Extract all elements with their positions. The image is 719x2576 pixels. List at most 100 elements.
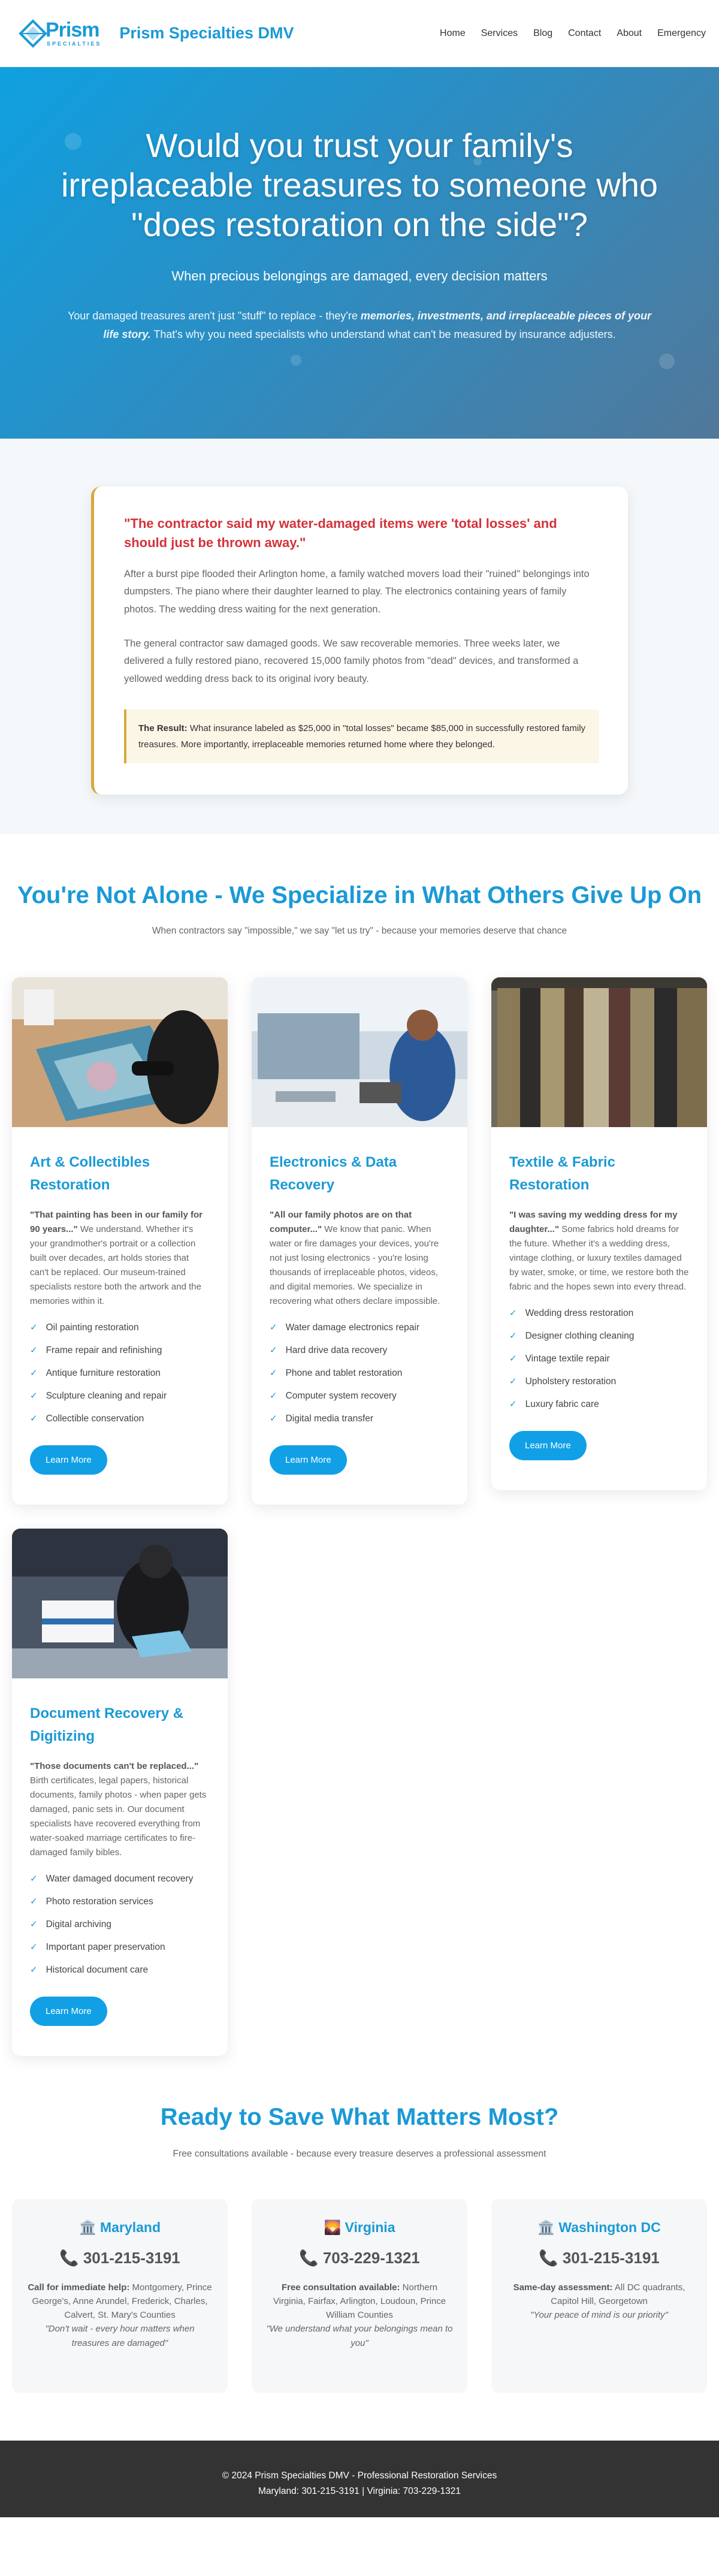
feature-item: ✓ Computer system recovery <box>270 1389 449 1403</box>
hero-subtitle: When precious belongings are damaged, ev… <box>171 268 548 284</box>
location-name: 🏛️ Washington DC <box>537 2219 661 2235</box>
hero-paragraph: Your damaged treasures aren't just "stuf… <box>67 310 652 340</box>
story-card: "The contractor said my water-damaged it… <box>91 487 628 795</box>
location-card-virginia: 🌄 Virginia 📞 703-229-1321 Free consultat… <box>252 2198 467 2393</box>
card-title: Textile & Fabric Restoration <box>509 1154 615 1194</box>
contact-section: Ready to Save What Matters Most? Free co… <box>0 2104 719 2441</box>
feature-item: ✓ Collectible conservation <box>30 1412 210 1426</box>
feature-item: ✓ Wedding dress restoration <box>509 1306 689 1321</box>
services-grid: Art & Collectibles Restoration "That pai… <box>0 977 719 2056</box>
feature-item: ✓ Oil painting restoration <box>30 1321 210 1335</box>
check-icon: ✓ <box>30 1919 38 1930</box>
main-nav: Home Services Blog Contact About Emergen… <box>424 28 706 39</box>
footer-phones: Maryland: 301-215-3191 | Virginia: 703-2… <box>258 2486 461 2497</box>
check-icon: ✓ <box>30 1368 38 1379</box>
contact-subtitle: Free consultations available - because e… <box>173 2148 546 2159</box>
location-name: 🌄 Virginia <box>324 2219 395 2235</box>
feature-list: ✓ Oil painting restoration ✓ Frame repair … <box>30 1321 210 1426</box>
services-subtitle: When contractors say "impossible," we sa… <box>152 926 567 936</box>
site-name[interactable]: Prism Specialties DMV <box>119 24 294 43</box>
feature-item: ✓ Digital media transfer <box>270 1412 449 1426</box>
feature-item: ✓ Luxury fabric care <box>509 1397 689 1412</box>
check-icon: ✓ <box>509 1308 517 1319</box>
hero-bubble <box>659 354 675 369</box>
location-phone[interactable]: 📞 301-215-3191 <box>506 2249 693 2267</box>
contact-title: Ready to Save What Matters Most? <box>160 2103 559 2130</box>
feature-list: ✓ Water damaged document recovery ✓ Photo … <box>30 1872 210 1977</box>
card-title: Electronics & Data Recovery <box>270 1154 397 1194</box>
feature-item: ✓ Vintage textile repair <box>509 1352 689 1366</box>
check-icon: ✓ <box>509 1376 517 1387</box>
service-card-art: Art & Collectibles Restoration "That pai… <box>12 977 228 1505</box>
location-areas: Free consultation available: Northern Vi… <box>273 2282 446 2321</box>
location-areas: Same-day assessment: All DC quadrants, C… <box>513 2282 685 2306</box>
nav-services[interactable]: Services <box>481 28 518 39</box>
hero-title: Would you trust your family's irreplacea… <box>61 126 658 244</box>
electronics-recovery-image <box>252 977 467 1127</box>
art-restoration-image <box>12 977 228 1127</box>
mountain-sunrise-icon: 🌄 <box>324 2219 342 2235</box>
card-description: "Those documents can't be replaced..." B… <box>30 1760 207 1858</box>
nav-blog[interactable]: Blog <box>533 28 552 39</box>
landmark-icon: 🏛️ <box>78 2219 96 2235</box>
result-label: The Result: <box>138 723 188 733</box>
nav-about[interactable]: About <box>617 28 642 39</box>
nav-contact[interactable]: Contact <box>568 28 601 39</box>
story-section: "The contractor said my water-damaged it… <box>0 439 719 834</box>
hero-bubble <box>65 133 81 150</box>
location-phone[interactable]: 📞 703-229-1321 <box>266 2249 453 2267</box>
prism-logo-icon <box>19 19 47 48</box>
check-icon: ✓ <box>509 1399 517 1410</box>
service-card-textile: Textile & Fabric Restoration "I was savi… <box>491 977 707 1490</box>
feature-item: ✓ Phone and tablet restoration <box>270 1366 449 1381</box>
check-icon: ✓ <box>509 1354 517 1364</box>
feature-item: ✓ Designer clothing cleaning <box>509 1329 689 1343</box>
footer-copyright: © 2024 Prism Specialties DMV - Professio… <box>222 2470 497 2481</box>
check-icon: ✓ <box>30 1874 38 1885</box>
feature-list: ✓ Water damage electronics repair ✓ Hard d… <box>270 1321 449 1426</box>
feature-item: ✓ Photo restoration services <box>30 1895 210 1909</box>
check-icon: ✓ <box>509 1331 517 1342</box>
site-footer: © 2024 Prism Specialties DMV - Professio… <box>0 2440 719 2517</box>
feature-item: ✓ Frame repair and refinishing <box>30 1343 210 1358</box>
services-title: You're Not Alone - We Specialize in What… <box>17 882 702 908</box>
location-card-dc: 🏛️ Washington DC 📞 301-215-3191 Same-day… <box>491 2198 707 2393</box>
location-phone[interactable]: 📞 301-215-3191 <box>26 2249 213 2267</box>
nav-emergency[interactable]: Emergency <box>657 28 706 39</box>
document-recovery-image <box>12 1528 228 1678</box>
hero-bubble <box>473 157 482 165</box>
services-section: You're Not Alone - We Specialize in What… <box>0 834 719 2104</box>
feature-item: ✓ Important paper preservation <box>30 1940 210 1955</box>
story-paragraph: After a burst pipe flooded their Arlingt… <box>124 568 590 615</box>
service-card-electronics: Electronics & Data Recovery "All our fam… <box>252 977 467 1505</box>
check-icon: ✓ <box>30 1896 38 1907</box>
card-description: "All our family photos are on that compu… <box>270 1209 440 1306</box>
location-tagline: "Your peace of mind is our priority" <box>530 2310 668 2321</box>
logo-subtitle: SPECIALTIES <box>47 41 102 47</box>
service-card-documents: Document Recovery & Digitizing "Those do… <box>12 1528 228 2056</box>
check-icon: ✓ <box>30 1965 38 1976</box>
feature-item: ✓ Water damaged document recovery <box>30 1872 210 1886</box>
check-icon: ✓ <box>30 1322 38 1333</box>
card-description: "That painting has been in our family fo… <box>30 1209 203 1306</box>
story-quote: "The contractor said my water-damaged it… <box>124 516 557 550</box>
check-icon: ✓ <box>270 1322 277 1333</box>
card-title: Document Recovery & Digitizing <box>30 1705 184 1745</box>
logo-word: Prism <box>46 19 100 41</box>
result-callout: The Result: What insurance labeled as $2… <box>124 709 599 763</box>
check-icon: ✓ <box>30 1345 38 1356</box>
learn-more-button[interactable]: Learn More <box>509 1430 587 1460</box>
learn-more-button[interactable]: Learn More <box>30 1445 107 1475</box>
logo[interactable]: Prism SPECIALTIES <box>18 19 101 49</box>
location-card-maryland: 🏛️ Maryland 📞 301-215-3191 Call for imme… <box>12 2198 228 2393</box>
check-icon: ✓ <box>270 1368 277 1379</box>
learn-more-button[interactable]: Learn More <box>270 1445 347 1475</box>
nav-home[interactable]: Home <box>440 28 466 39</box>
feature-item: ✓ Digital archiving <box>30 1917 210 1932</box>
location-tagline: "Don't wait - every hour matters when tr… <box>45 2324 195 2348</box>
check-icon: ✓ <box>30 1942 38 1953</box>
learn-more-button[interactable]: Learn More <box>30 1996 107 2026</box>
result-text: What insurance labeled as $25,000 in "to… <box>138 723 586 750</box>
check-icon: ✓ <box>270 1414 277 1424</box>
locations-grid: 🏛️ Maryland 📞 301-215-3191 Call for imme… <box>0 2198 719 2393</box>
